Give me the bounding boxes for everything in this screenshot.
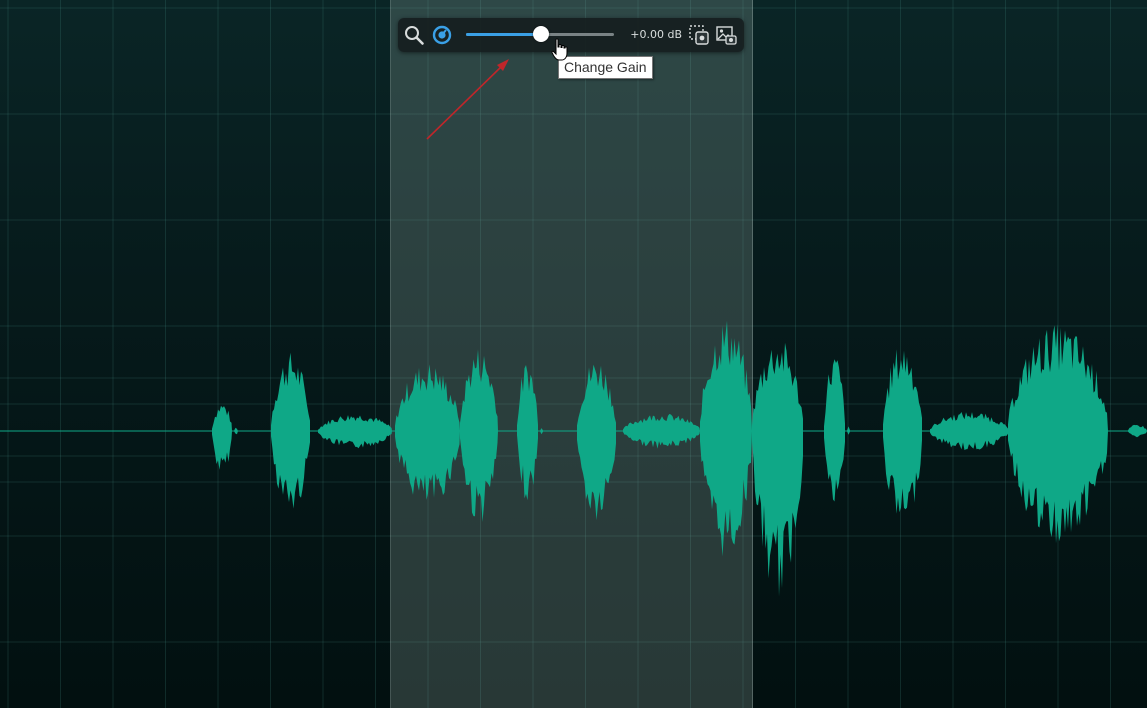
waveform-editor[interactable]: +0.00 dB Change Gain	[0, 0, 1147, 708]
gain-slider-fill	[466, 33, 542, 36]
magnifier-icon	[405, 26, 424, 45]
red-arrow-line	[426, 65, 503, 140]
zoom-button[interactable]	[401, 22, 427, 48]
hand-pointer-cursor-icon	[551, 38, 568, 61]
gain-knob-icon	[432, 25, 452, 45]
annotation-layer	[426, 59, 509, 140]
gain-slider[interactable]	[466, 26, 614, 42]
image-capture-icon	[716, 26, 737, 45]
selection-clip-icon	[689, 25, 709, 45]
gain-value-readout: +0.00 dB	[630, 28, 682, 41]
screenshot-button[interactable]	[713, 22, 739, 48]
gain-knob-button[interactable]	[429, 22, 455, 48]
gain-slider-thumb[interactable]	[533, 26, 550, 42]
selection-clip-button[interactable]	[686, 22, 712, 48]
gain-toolbar: +0.00 dB	[398, 18, 744, 52]
change-gain-tooltip: Change Gain	[558, 56, 653, 79]
